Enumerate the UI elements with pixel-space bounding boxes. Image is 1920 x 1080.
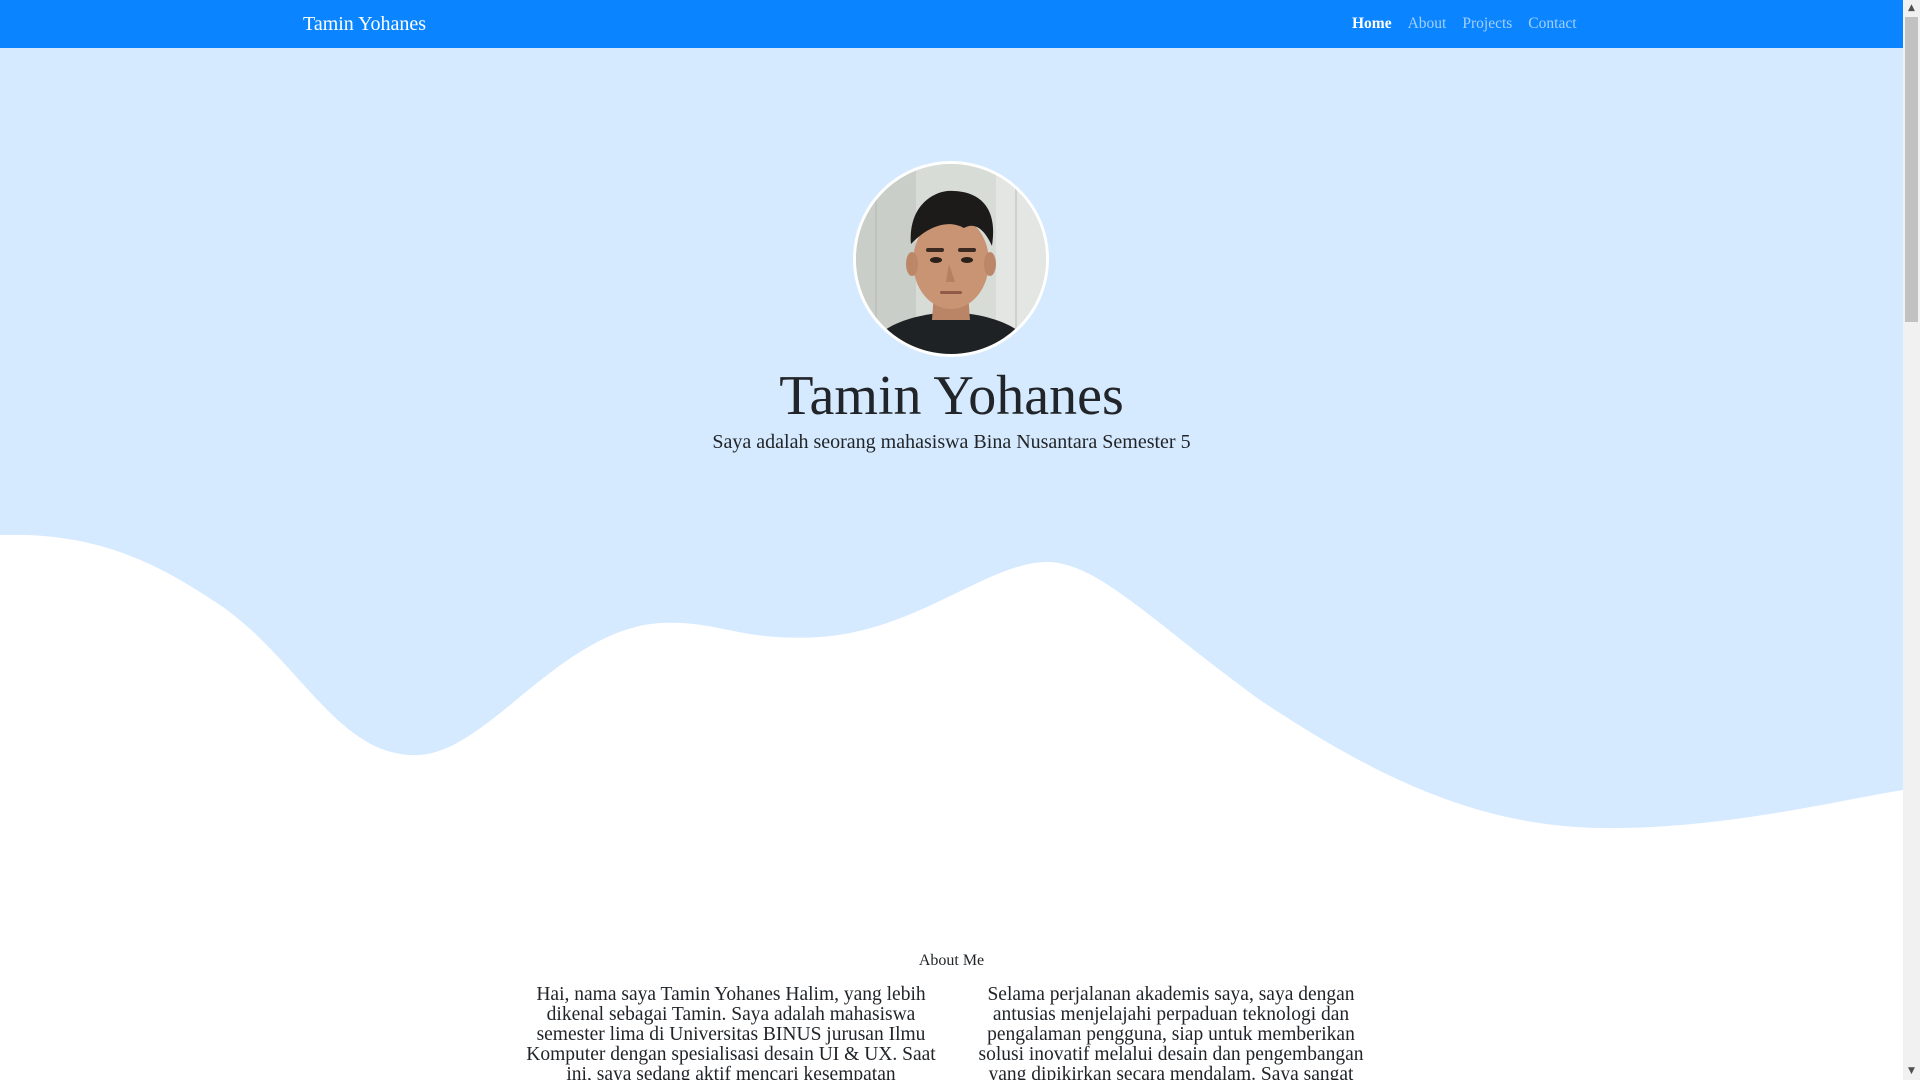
profile-photo bbox=[856, 164, 1046, 354]
profile-avatar bbox=[853, 161, 1049, 357]
scroll-down-icon[interactable]: ▼ bbox=[1903, 1063, 1920, 1080]
nav-link-about[interactable]: About bbox=[1408, 14, 1447, 34]
nav-link-projects[interactable]: Projects bbox=[1462, 14, 1512, 34]
about-heading: About Me bbox=[918, 952, 985, 969]
scroll-up-icon[interactable]: ▲ bbox=[1903, 0, 1920, 17]
navbar-brand[interactable]: Tamin Yohanes bbox=[303, 12, 426, 36]
about-paragraph-right: Selama perjalanan akademis saya, saya de… bbox=[978, 984, 1364, 1080]
hero-subtitle: Saya adalah seorang mahasiswa Bina Nusan… bbox=[712, 431, 1191, 453]
page: Tamin Yohanes Home About Projects Contac… bbox=[0, 0, 1903, 1080]
nav-link-home[interactable]: Home bbox=[1352, 14, 1392, 34]
nav-link-contact[interactable]: Contact bbox=[1528, 14, 1576, 34]
page-scrollbar[interactable]: ▲ ▼ bbox=[1903, 0, 1920, 1080]
hero-wave-divider bbox=[0, 530, 1903, 829]
top-navbar: Tamin Yohanes Home About Projects Contac… bbox=[0, 0, 1903, 48]
scrollbar-thumb[interactable] bbox=[1905, 17, 1918, 322]
hero-name: Tamin Yohanes bbox=[779, 365, 1124, 427]
nav-links: Home About Projects Contact bbox=[1352, 14, 1577, 34]
about-paragraph-left: Hai, nama saya Tamin Yohanes Halim, yang… bbox=[526, 984, 936, 1080]
